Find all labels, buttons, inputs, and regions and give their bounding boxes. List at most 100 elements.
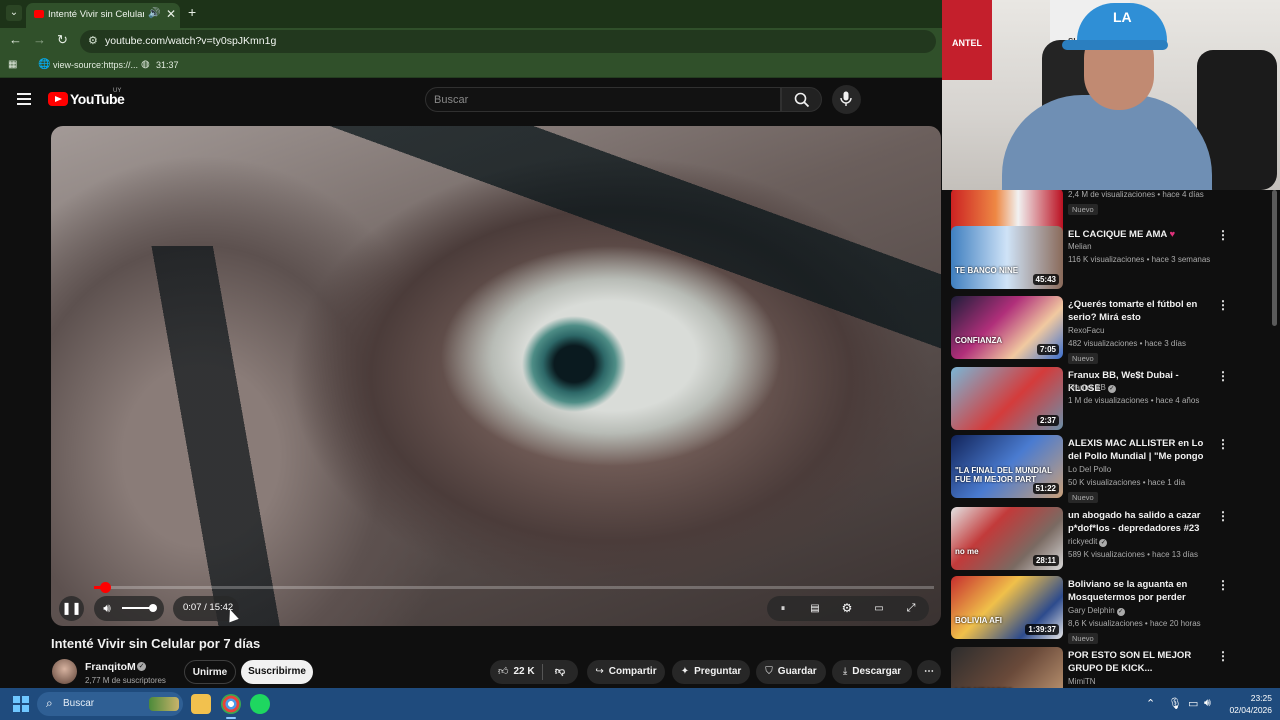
taskbar-clock[interactable]: 23:25 02/04/2026	[1222, 692, 1272, 716]
menu-icon[interactable]	[17, 93, 31, 105]
recommendation-meta: 8,6 K visualizaciones • hace 20 horas	[1068, 619, 1201, 628]
back-arrow-icon[interactable]: ←	[9, 32, 22, 47]
recommendation-thumbnail[interactable]: TE BANCO NINE 45:43	[951, 226, 1063, 289]
bookmark-time[interactable]: 31:37	[156, 60, 179, 70]
microphone-tray-icon[interactable]: 🎙︎	[1168, 697, 1182, 710]
thumbnail-text: BOLIVIA AFI	[955, 616, 1002, 625]
recommendation-thumbnail[interactable]: "LA FINAL DEL MUNDIAL FUE MI MEJOR PART 5…	[951, 435, 1063, 498]
recommendation-item[interactable]: LOS MEJORESPOR ESTO SON EL MEJOR GRUPO D…	[951, 647, 1271, 688]
tab-audio-icon[interactable]: 🔊	[148, 8, 160, 19]
recommendation-item[interactable]: 2:37 Franux BB, We$t Dubai - KLOSE Franux …	[951, 367, 1271, 433]
more-options-icon[interactable]: ⋮	[1217, 509, 1229, 523]
channel-name[interactable]: FranqitoM	[85, 661, 136, 673]
channel-avatar[interactable]	[52, 659, 77, 684]
recommendation-channel[interactable]: Melian	[1068, 242, 1092, 251]
download-button[interactable]: ⤓ Descargar	[832, 660, 912, 684]
recommendation-title[interactable]: un abogado ha salido a cazar p*dof*los -…	[1068, 509, 1206, 535]
more-options-icon[interactable]: ⋮	[1217, 437, 1229, 451]
recommendation-item[interactable]: CONFIANZA 7:05 ¿Querés tomarte el fútbol e…	[951, 296, 1271, 364]
forward-arrow-icon[interactable]: →	[33, 32, 46, 47]
recommendation-item[interactable]: no me 28:11 un abogado ha salido a cazar p…	[951, 507, 1271, 573]
more-dots-icon: ⋯	[924, 666, 934, 677]
recommendation-thumbnail[interactable]: BOLIVIA AFI 1:39:37	[951, 576, 1063, 639]
sidebar-scrollbar[interactable]	[1272, 190, 1277, 326]
more-options-icon[interactable]: ⋮	[1217, 369, 1229, 383]
more-options-icon[interactable]: ⋮	[1217, 578, 1229, 592]
more-actions-button[interactable]: ⋯	[917, 660, 941, 684]
address-bar[interactable]: ⚙ youtube.com/watch?v=ty0spJKmn1g	[80, 30, 936, 53]
subscriber-count: 2,77 M de suscriptores	[85, 676, 166, 685]
recommendation-channel[interactable]: RexoFacu	[1068, 326, 1104, 335]
taskbar-search[interactable]: ⌕ Buscar	[37, 692, 183, 716]
recommendation-title[interactable]: EL CACIQUE ME AMA ♥	[1068, 228, 1206, 241]
volume-icon[interactable]: 🔊︎	[98, 596, 116, 621]
speaker-tray-icon[interactable]: 🔊︎	[1204, 697, 1211, 710]
youtube-header: YouTube UY	[0, 79, 942, 119]
youtube-logo-icon[interactable]	[48, 92, 68, 106]
recommendation-title[interactable]: POR ESTO SON EL MEJOR GRUPO DE KICK...	[1068, 649, 1206, 675]
apps-grid-icon[interactable]: ▦	[8, 59, 17, 70]
video-player[interactable]: ❚❚ 🔊︎ 0:07 / 15:42 ⏸ ▤ ⚙ ▭ ⤢	[51, 126, 941, 626]
network-icon[interactable]: ▭	[1188, 697, 1198, 710]
voice-search-button[interactable]	[832, 85, 861, 114]
recommendation-title[interactable]: ¿Querés tomarte el fútbol en serio? Mirá…	[1068, 298, 1206, 324]
recommendation-channel[interactable]: Gary Delphin ✓	[1068, 606, 1125, 616]
progress-bar[interactable]	[94, 582, 934, 593]
volume-slider[interactable]	[122, 607, 152, 609]
save-button[interactable]: ⛉ Guardar	[756, 660, 826, 684]
recommendation-thumbnail[interactable]: 2:37	[951, 367, 1063, 430]
recommendation-item[interactable]: "LA FINAL DEL MUNDIAL FUE MI MEJOR PART 5…	[951, 435, 1271, 503]
chrome-icon[interactable]	[221, 694, 241, 719]
file-explorer-icon[interactable]	[191, 694, 211, 714]
subscribe-button[interactable]: Suscribirme	[241, 660, 313, 684]
browser-tab-bar: ⌄ Intenté Vivir sin Celular por 7 días -…	[0, 0, 942, 28]
share-button[interactable]: ↪ Compartir	[587, 660, 665, 684]
theater-mode-icon[interactable]: ▭	[867, 596, 891, 621]
subtitles-icon[interactable]: ▤	[803, 596, 827, 621]
recommendation-channel[interactable]: rickyedit ✓	[1068, 537, 1108, 547]
tab-search-dropdown-icon[interactable]: ⌄	[6, 5, 22, 21]
recommendation-channel[interactable]: MimiTN	[1068, 677, 1096, 686]
recommendation-item[interactable]: BOLIVIA AFI 1:39:37 Boliviano se la aguant…	[951, 576, 1271, 644]
fullscreen-icon[interactable]: ⤢	[899, 596, 923, 621]
autoplay-toggle-icon[interactable]: ⏸	[771, 596, 795, 621]
pause-button[interactable]: ❚❚	[59, 596, 84, 621]
join-button[interactable]: Unirme	[184, 660, 236, 684]
youtube-favicon-icon	[34, 10, 44, 18]
site-info-icon[interactable]: ⚙	[88, 34, 98, 47]
more-options-icon[interactable]: ⋮	[1217, 298, 1229, 312]
tray-chevron-icon[interactable]: ⌃	[1146, 697, 1155, 710]
recommendation-item[interactable]: TE BANCO NINE 45:43 EL CACIQUE ME AMA ♥ Mel…	[951, 226, 1271, 292]
bookmark-view-source[interactable]: view-source:https://...	[53, 60, 138, 70]
tab-title: Intenté Vivir sin Celular por 7 días - Y…	[48, 9, 144, 20]
recommendation-title[interactable]: ALEXIS MAC ALLISTER en Lo del Pollo Mund…	[1068, 437, 1206, 463]
new-badge: Nuevo	[1068, 204, 1098, 215]
channel-name-text: MimiTN	[1068, 677, 1096, 686]
recommendation-channel[interactable]: Lo Del Pollo	[1068, 465, 1111, 474]
search-button[interactable]	[781, 87, 822, 112]
recommendation-thumbnail[interactable]: CONFIANZA 7:05	[951, 296, 1063, 359]
duration-badge: 51:22	[1032, 483, 1059, 494]
like-button[interactable]: 👍︎ 22 K	[498, 660, 542, 684]
spotify-icon[interactable]	[250, 694, 270, 714]
recommendation-thumbnail[interactable]: LOS MEJORES	[951, 647, 1063, 688]
new-tab-icon[interactable]: +	[188, 4, 196, 20]
recommendation-title[interactable]: Boliviano se la aguanta en Mosquetermos …	[1068, 578, 1206, 604]
webcam-cap-brim	[1062, 40, 1168, 50]
recommendation-thumbnail[interactable]: no me 28:11	[951, 507, 1063, 570]
verified-check-icon: ✓	[1099, 539, 1108, 547]
settings-gear-icon[interactable]: ⚙	[835, 596, 859, 621]
reload-icon[interactable]: ↻	[57, 32, 68, 48]
windows-start-icon[interactable]	[13, 696, 29, 712]
more-options-icon[interactable]: ⋮	[1217, 228, 1229, 242]
dislike-button[interactable]: 👎︎	[548, 660, 572, 684]
tab-close-icon[interactable]: ✕	[166, 7, 176, 21]
browser-tab[interactable]: Intenté Vivir sin Celular por 7 días - Y…	[26, 3, 180, 28]
recommendation-channel[interactable]: Franux BB ✓	[1068, 383, 1116, 393]
search-input[interactable]	[434, 92, 764, 108]
webcam-shirt-text: ANTEL	[952, 38, 982, 48]
ask-button[interactable]: ✦ Preguntar	[672, 660, 750, 684]
more-options-icon[interactable]: ⋮	[1217, 649, 1229, 663]
volume-control[interactable]: 🔊︎	[94, 596, 164, 621]
volume-knob[interactable]	[149, 604, 157, 612]
